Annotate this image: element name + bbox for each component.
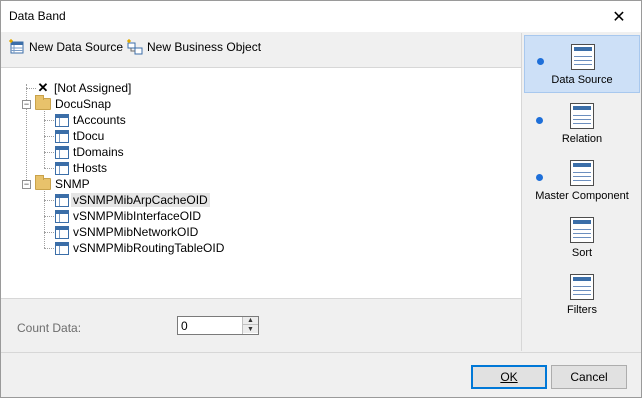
- master-component-icon: [570, 160, 594, 186]
- sidebar-item-label: Data Source: [551, 74, 613, 86]
- table-icon: [55, 129, 69, 143]
- sidebar-item-master-component[interactable]: Master Component: [524, 152, 640, 208]
- tree-node-snmp[interactable]: SNMP: [35, 175, 90, 192]
- sidebar-item-data-source[interactable]: Data Source: [524, 35, 640, 93]
- tree-node-label: vSNMPMibArpCacheOID: [71, 193, 210, 207]
- sidebar-item-label: Filters: [567, 304, 597, 316]
- tree-node-table[interactable]: tHosts: [55, 160, 107, 176]
- cancel-button-label: Cancel: [570, 370, 608, 384]
- relation-icon: [570, 103, 594, 129]
- folder-icon: [35, 95, 51, 110]
- tree-node-label: vSNMPMibNetworkOID: [73, 225, 199, 239]
- sort-icon: [570, 217, 594, 243]
- count-data-label: Count Data:: [17, 321, 82, 335]
- data-band-dialog: Data Band ✕ New Data Source New Business…: [0, 0, 642, 398]
- table-icon: [55, 209, 69, 223]
- tree-node-label: tDomains: [73, 145, 124, 159]
- sidebar: Data Source Relation Master Component So…: [521, 33, 641, 351]
- window-title: Data Band: [9, 9, 66, 23]
- tree-node-label: tHosts: [73, 161, 108, 175]
- sidebar-item-label: Relation: [561, 133, 603, 145]
- new-business-object-label: New Business Object: [147, 40, 262, 54]
- tree-node-label: DocuSnap: [55, 97, 112, 111]
- bullet-icon: [536, 174, 543, 181]
- tree-connector: [44, 120, 54, 121]
- sidebar-item-filters[interactable]: Filters: [524, 266, 640, 322]
- tree-node-label: SNMP: [55, 177, 90, 191]
- footer-divider: [1, 352, 641, 353]
- title-bar: Data Band ✕: [1, 1, 641, 32]
- table-icon: [55, 161, 69, 175]
- tree-connector: [26, 88, 36, 89]
- collapse-icon[interactable]: −: [22, 180, 31, 189]
- count-data-stepper[interactable]: ▲ ▼: [177, 316, 259, 335]
- filter-icon: [570, 274, 594, 300]
- tree-node-table[interactable]: vSNMPMibRoutingTableOID: [55, 240, 224, 256]
- tree-connector: [44, 152, 54, 153]
- tree-node-label: [Not Assigned]: [54, 81, 132, 95]
- tree-connector: [44, 200, 54, 201]
- new-data-source-icon: [9, 39, 25, 55]
- spin-down-icon[interactable]: ▼: [243, 325, 258, 333]
- table-icon: [55, 113, 69, 127]
- sidebar-item-sort[interactable]: Sort: [524, 209, 640, 265]
- tree-node-label: tAccounts: [73, 113, 126, 127]
- tree-connector: [44, 168, 54, 169]
- tree-node-table[interactable]: vSNMPMibNetworkOID: [55, 224, 198, 240]
- sidebar-item-label: Master Component: [535, 190, 629, 202]
- not-assigned-x-icon: ✕: [37, 80, 49, 95]
- tree-node-table[interactable]: tAccounts: [55, 112, 126, 128]
- tree-node-table[interactable]: tDocu: [55, 128, 104, 144]
- new-data-source-button[interactable]: New Data Source: [9, 39, 123, 55]
- bullet-icon: [536, 117, 543, 124]
- ok-button[interactable]: OK: [471, 365, 547, 389]
- tree-node-not-assigned[interactable]: ✕ [Not Assigned]: [36, 80, 132, 96]
- folder-icon: [35, 175, 51, 190]
- spin-buttons: ▲ ▼: [242, 317, 258, 334]
- data-source-tree[interactable]: ✕ [Not Assigned] − DocuSnap tAccounts tD…: [1, 67, 521, 299]
- spin-up-icon[interactable]: ▲: [243, 317, 258, 325]
- tree-node-table-selected[interactable]: vSNMPMibArpCacheOID: [55, 192, 210, 208]
- toolbar: New Data Source New Business Object: [1, 33, 521, 63]
- data-source-icon: [571, 44, 595, 70]
- collapse-icon[interactable]: −: [22, 100, 31, 109]
- tree-node-table[interactable]: tDomains: [55, 144, 124, 160]
- tree-node-table[interactable]: vSNMPMibInterfaceOID: [55, 208, 201, 224]
- close-icon[interactable]: ✕: [597, 1, 641, 32]
- sidebar-item-label: Sort: [571, 247, 593, 259]
- tree-node-docusnap[interactable]: DocuSnap: [35, 95, 112, 112]
- count-data-input[interactable]: [181, 318, 241, 333]
- new-business-object-button[interactable]: New Business Object: [127, 39, 261, 55]
- tree-node-label: tDocu: [73, 129, 105, 143]
- table-icon: [55, 193, 69, 207]
- ok-button-label: OK: [500, 370, 518, 384]
- sidebar-item-relation[interactable]: Relation: [524, 95, 640, 151]
- tree-connector: [44, 248, 54, 249]
- new-business-object-icon: [127, 39, 143, 55]
- table-icon: [55, 145, 69, 159]
- tree-connector: [44, 232, 54, 233]
- table-icon: [55, 241, 69, 255]
- tree-node-label: vSNMPMibRoutingTableOID: [73, 241, 225, 255]
- new-data-source-label: New Data Source: [29, 40, 124, 54]
- tree-connector: [44, 216, 54, 217]
- tree-node-label: vSNMPMibInterfaceOID: [73, 209, 202, 223]
- table-icon: [55, 225, 69, 239]
- tree-connector: [44, 136, 54, 137]
- cancel-button[interactable]: Cancel: [551, 365, 627, 389]
- bullet-icon: [537, 58, 544, 65]
